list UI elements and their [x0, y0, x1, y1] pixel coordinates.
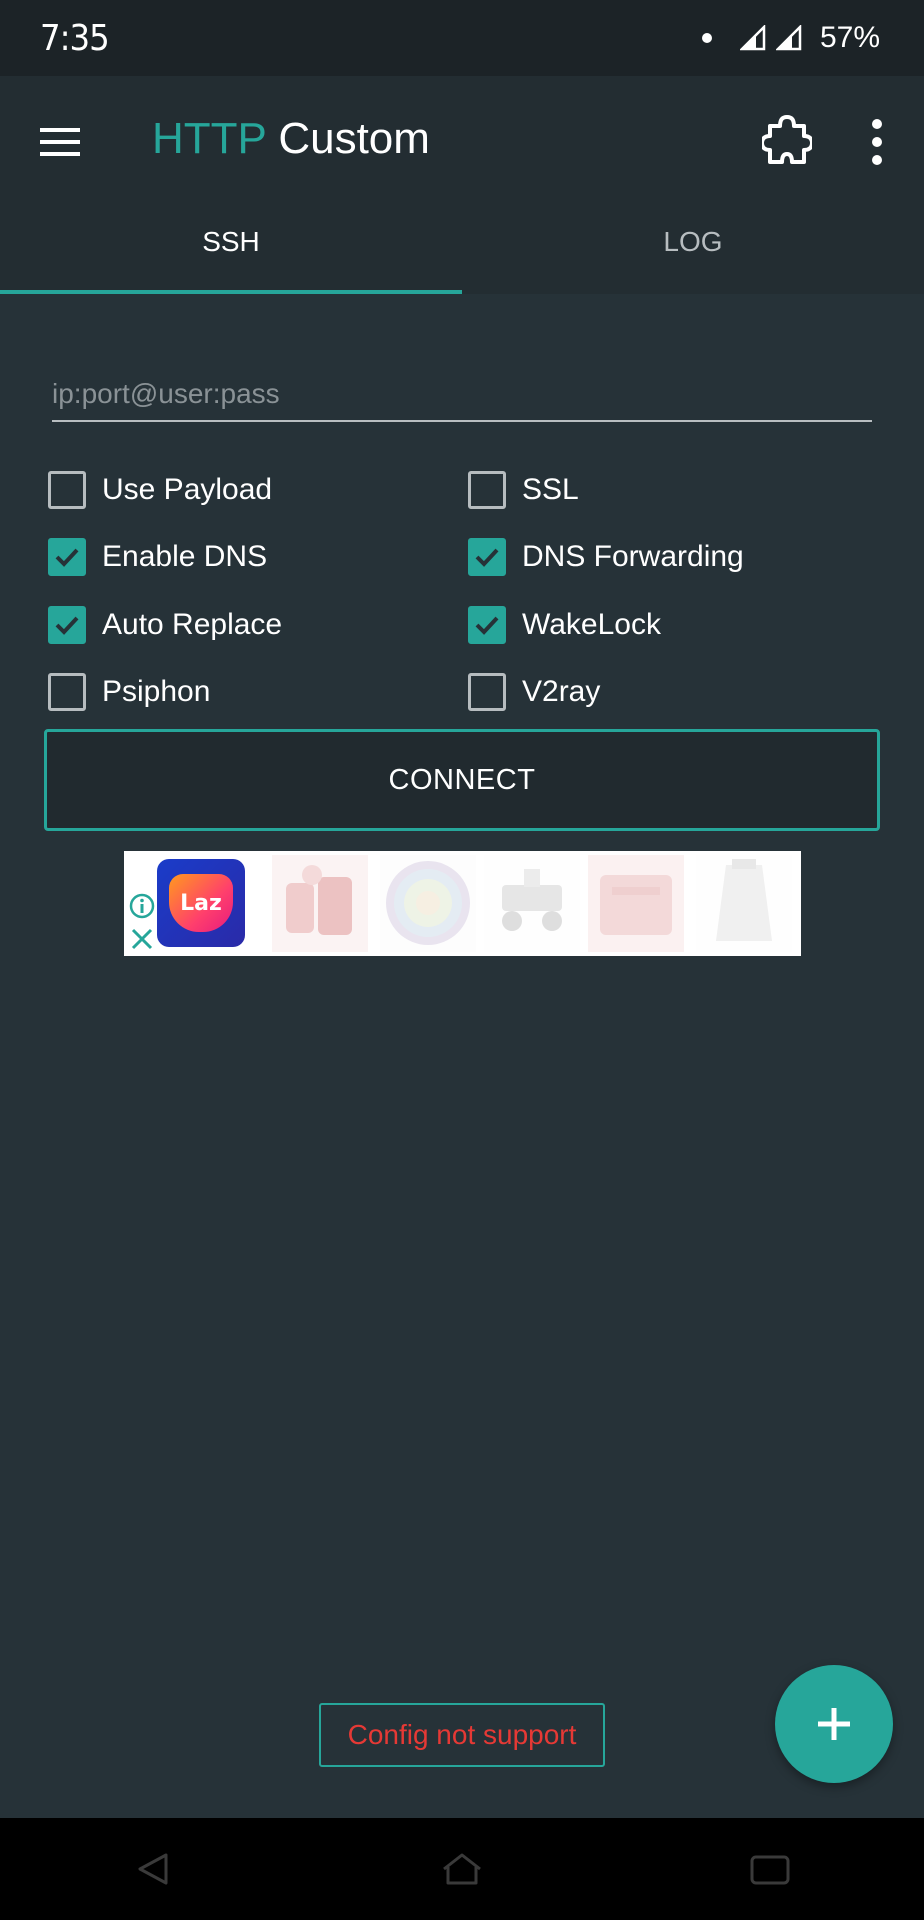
- check-icon: [55, 616, 79, 635]
- home-button[interactable]: [432, 1839, 492, 1899]
- tab-ssh-label: SSH: [202, 226, 260, 257]
- recents-icon: [750, 1855, 790, 1885]
- ssh-account-input[interactable]: [52, 368, 872, 422]
- status-time: 7:35: [40, 17, 110, 59]
- status-indicators: 57%: [701, 21, 880, 55]
- tab-log[interactable]: LOG: [462, 190, 924, 294]
- psiphon-checkbox[interactable]: Psiphon: [48, 673, 468, 712]
- ad-product-image: [588, 855, 684, 952]
- app-title-accent: HTTP: [152, 114, 267, 163]
- more-vert-icon[interactable]: [862, 114, 892, 170]
- ssl-label: SSL: [522, 472, 579, 506]
- dns-forwarding-label: DNS Forwarding: [522, 540, 744, 574]
- check-icon: [475, 548, 499, 568]
- ad-product-image: [272, 855, 368, 952]
- info-icon[interactable]: [129, 893, 155, 919]
- battery-level: 57%: [819, 21, 880, 54]
- plus-icon: [818, 1708, 850, 1740]
- checkbox-box: [48, 470, 86, 509]
- notification-dot-icon: [701, 33, 712, 43]
- checkbox-box-checked: [468, 605, 506, 644]
- use-payload-checkbox[interactable]: Use Payload: [48, 470, 468, 509]
- ad-banner[interactable]: Laz: [124, 851, 801, 956]
- app-title: HTTP Custom: [152, 114, 430, 164]
- enable-dns-checkbox[interactable]: Enable DNS: [48, 538, 468, 577]
- checkbox-box-checked: [48, 538, 86, 577]
- tab-log-label: LOG: [663, 226, 723, 257]
- checkbox-box-checked: [48, 605, 86, 644]
- dns-forwarding-checkbox[interactable]: DNS Forwarding: [468, 538, 888, 577]
- add-fab-button[interactable]: [775, 1665, 893, 1783]
- back-button[interactable]: [124, 1839, 184, 1899]
- psiphon-label: Psiphon: [102, 675, 211, 709]
- wakelock-label: WakeLock: [522, 607, 661, 641]
- system-nav-bar: [0, 1818, 924, 1920]
- status-bar: 7:35 57%: [0, 0, 924, 76]
- checkbox-box: [468, 470, 506, 509]
- menu-icon[interactable]: [38, 120, 82, 164]
- back-icon: [138, 1853, 168, 1885]
- v2ray-label: V2ray: [522, 675, 601, 709]
- ad-product-image: [380, 855, 476, 952]
- checkbox-box: [48, 673, 86, 712]
- enable-dns-label: Enable DNS: [102, 540, 268, 574]
- auto-replace-label: Auto Replace: [102, 607, 283, 641]
- home-icon: [443, 1853, 481, 1885]
- v2ray-checkbox[interactable]: V2ray: [468, 673, 888, 712]
- check-icon: [55, 548, 79, 568]
- app-title-rest: Custom: [266, 114, 430, 163]
- recents-button[interactable]: [740, 1839, 800, 1899]
- puzzle-icon[interactable]: [762, 112, 812, 168]
- check-icon: [475, 616, 499, 635]
- checkbox-box-checked: [468, 538, 506, 577]
- ad-logo-text: Laz: [169, 874, 233, 932]
- checkbox-box: [468, 673, 506, 712]
- toast-message: Config not support: [319, 1703, 605, 1767]
- close-icon[interactable]: [130, 927, 154, 951]
- signal-icon: [739, 25, 766, 51]
- auto-replace-checkbox[interactable]: Auto Replace: [48, 605, 468, 644]
- signal-icon: [775, 25, 802, 51]
- ssl-checkbox[interactable]: SSL: [468, 470, 888, 509]
- ad-logo: Laz: [157, 859, 245, 947]
- connect-button[interactable]: CONNECT: [44, 729, 880, 831]
- ad-product-image: [484, 855, 580, 952]
- options-grid: Use Payload SSL Enable DNS DNS Forwardin…: [48, 456, 888, 726]
- wakelock-checkbox[interactable]: WakeLock: [468, 605, 888, 644]
- tab-ssh[interactable]: SSH: [0, 190, 462, 294]
- tab-bar: SSH LOG: [0, 190, 924, 294]
- ad-product-image: [696, 855, 792, 952]
- use-payload-label: Use Payload: [102, 472, 273, 506]
